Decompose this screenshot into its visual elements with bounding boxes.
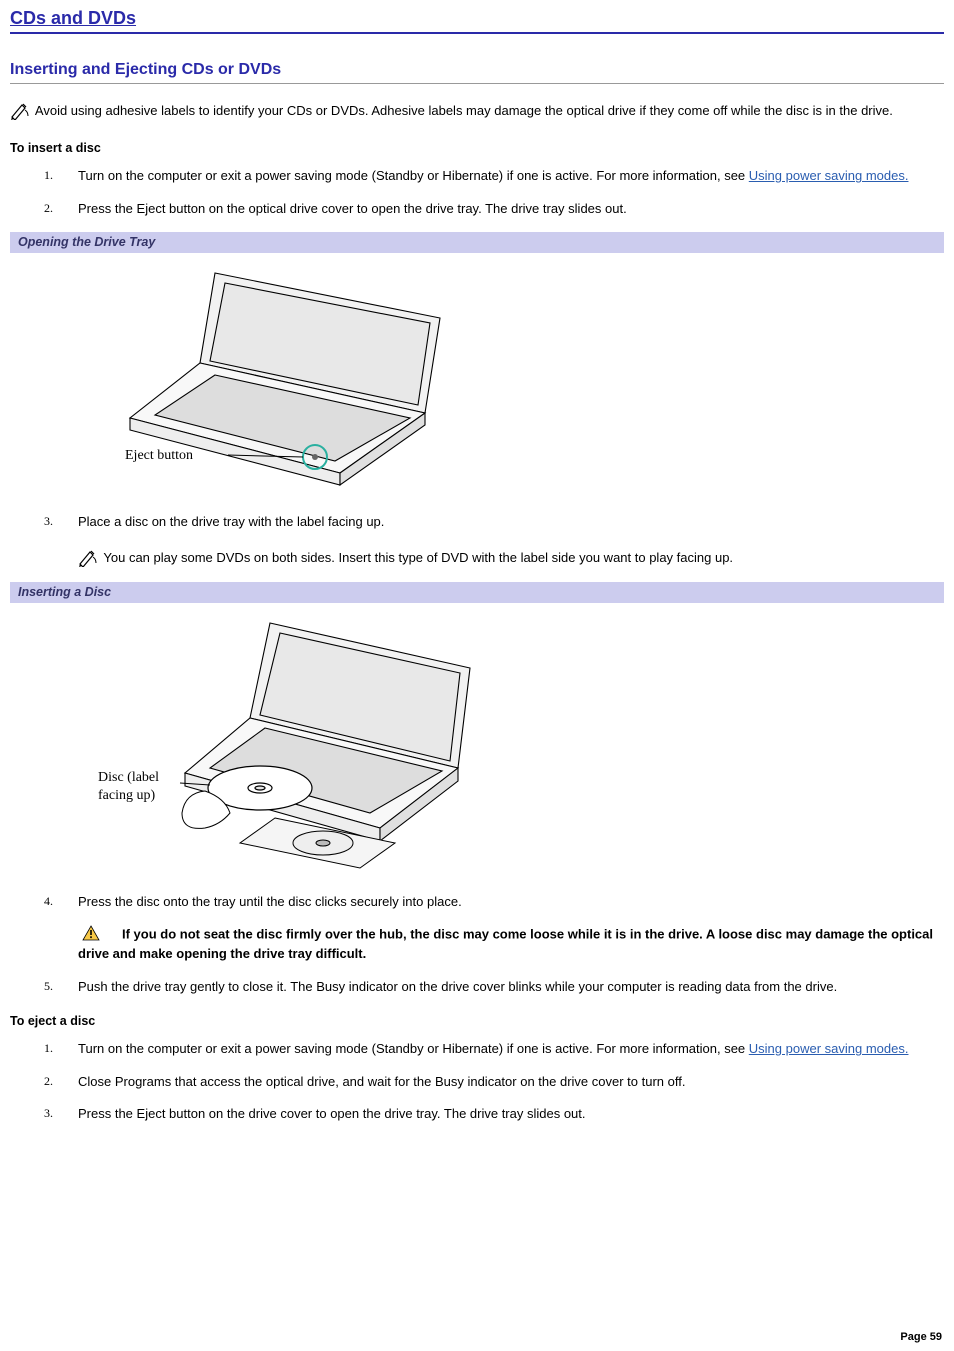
note-pencil-icon bbox=[78, 549, 100, 567]
power-saving-modes-link[interactable]: Using power saving modes. bbox=[749, 168, 909, 183]
insert-step-4: Press the disc onto the tray until the d… bbox=[44, 893, 944, 963]
note-pencil-icon bbox=[10, 102, 32, 120]
step3-note: You can play some DVDs on both sides. In… bbox=[78, 549, 944, 568]
chapter-title: CDs and DVDs bbox=[10, 6, 944, 34]
insert-step-5: Push the drive tray gently to close it. … bbox=[44, 978, 944, 996]
step-text: Press the disc onto the tray until the d… bbox=[78, 894, 462, 909]
insert-heading: To insert a disc bbox=[10, 140, 944, 157]
top-note-text: Avoid using adhesive labels to identify … bbox=[35, 103, 893, 118]
step-text: Turn on the computer or exit a power sav… bbox=[78, 168, 749, 183]
eject-step-1: Turn on the computer or exit a power sav… bbox=[44, 1040, 944, 1058]
top-note: Avoid using adhesive labels to identify … bbox=[10, 102, 944, 121]
figure-caption-2: Inserting a Disc bbox=[10, 582, 944, 603]
step4-warning-text: If you do not seat the disc firmly over … bbox=[78, 927, 933, 962]
eject-heading: To eject a disc bbox=[10, 1013, 944, 1030]
insert-steps: Turn on the computer or exit a power sav… bbox=[44, 167, 944, 217]
step-text: Place a disc on the drive tray with the … bbox=[78, 514, 384, 529]
step-text: Push the drive tray gently to close it. … bbox=[78, 979, 837, 994]
eject-button-label: Eject button bbox=[125, 448, 193, 463]
insert-step-1: Turn on the computer or exit a power sav… bbox=[44, 167, 944, 185]
eject-step-2: Close Programs that access the optical d… bbox=[44, 1073, 944, 1091]
warning-triangle-icon bbox=[82, 925, 100, 946]
step4-warning: If you do not seat the disc firmly over … bbox=[78, 925, 944, 963]
eject-steps: Turn on the computer or exit a power sav… bbox=[44, 1040, 944, 1123]
step-text: Press the Eject button on the drive cove… bbox=[78, 1106, 586, 1121]
figure-caption-1: Opening the Drive Tray bbox=[10, 232, 944, 253]
insert-steps-cont: Place a disc on the drive tray with the … bbox=[44, 513, 944, 567]
step-text: Close Programs that access the optical d… bbox=[78, 1074, 685, 1089]
step3-note-text: You can play some DVDs on both sides. In… bbox=[103, 550, 733, 565]
step-text: Press the Eject button on the optical dr… bbox=[78, 201, 627, 216]
figure-opening-drive-tray: Eject button bbox=[10, 253, 944, 513]
insert-step-2: Press the Eject button on the optical dr… bbox=[44, 200, 944, 218]
insert-step-3: Place a disc on the drive tray with the … bbox=[44, 513, 944, 567]
page-number: Page 59 bbox=[900, 1330, 942, 1345]
insert-steps-cont2: Press the disc onto the tray until the d… bbox=[44, 893, 944, 995]
disc-label-line2: facing up) bbox=[98, 788, 155, 803]
figure-inserting-disc: Disc (label facing up) bbox=[10, 603, 944, 893]
eject-step-3: Press the Eject button on the drive cove… bbox=[44, 1105, 944, 1123]
step-text: Turn on the computer or exit a power sav… bbox=[78, 1041, 749, 1056]
disc-label-line1: Disc (label bbox=[98, 770, 159, 785]
section-title: Inserting and Ejecting CDs or DVDs bbox=[10, 59, 944, 84]
power-saving-modes-link-2[interactable]: Using power saving modes. bbox=[749, 1041, 909, 1056]
